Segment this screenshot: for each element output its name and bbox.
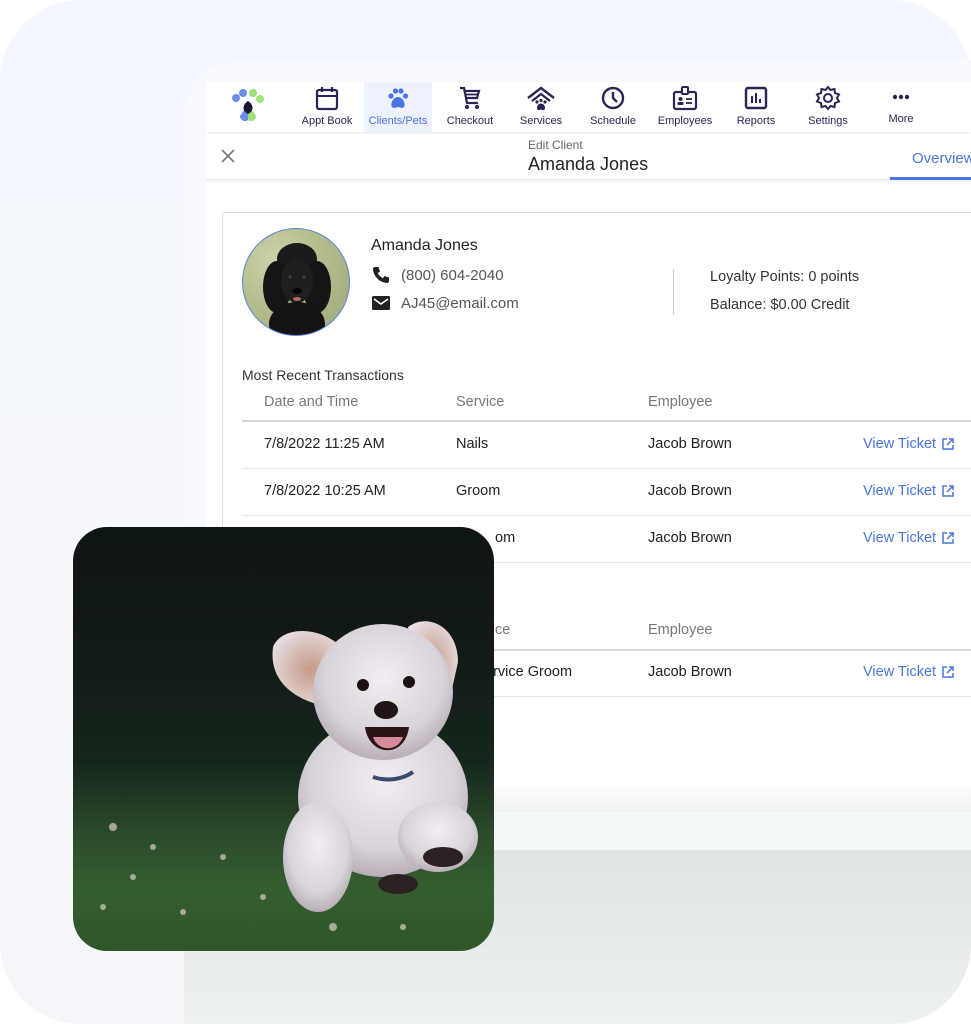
calendar-icon — [315, 87, 339, 111]
poodle-photo — [263, 243, 331, 335]
clock-icon — [601, 86, 625, 110]
nav-label: Appt Book — [301, 115, 353, 127]
tab-overview[interactable]: Overview — [912, 150, 971, 167]
client-phone: (800) 604-2040 — [401, 266, 504, 284]
nav-schedule[interactable]: Schedule — [578, 82, 648, 132]
account-balance: Balance: $0.00 Credit — [710, 297, 850, 313]
nav-services[interactable]: Services — [506, 82, 576, 132]
phone-icon — [373, 267, 389, 283]
close-icon[interactable] — [220, 148, 236, 164]
email-icon — [372, 296, 390, 310]
nav-appt-book[interactable]: Appt Book — [292, 82, 362, 132]
transaction-employee: Jacob Brown — [648, 664, 732, 680]
transaction-date: 7/8/2022 11:25 AM — [264, 436, 385, 452]
page-title: Amanda Jones — [528, 154, 649, 174]
nav-label: Clients/Pets — [368, 115, 428, 127]
client-email: AJ45@email.com — [401, 294, 519, 312]
column-header-service: ce — [495, 622, 511, 638]
dog-illustration — [100, 621, 478, 931]
nav-label: Settings — [808, 115, 848, 127]
view-ticket-link[interactable]: View Ticket — [863, 530, 955, 546]
external-link-icon — [942, 666, 954, 678]
vertical-divider — [673, 269, 674, 315]
bar-chart-icon — [744, 86, 768, 110]
active-tab-indicator — [890, 177, 971, 180]
column-header-employee: Employee — [648, 622, 713, 638]
cart-icon — [460, 86, 481, 109]
nav-label: Schedule — [590, 115, 636, 127]
transactions-title: Most Recent Transactions — [242, 367, 404, 383]
nav-employees[interactable]: Employees — [650, 82, 720, 132]
column-header-date: Date and Time — [264, 394, 359, 410]
transaction-service: om — [495, 530, 516, 546]
top-nav-bar: Appt Book Clients/Pets Checkout Services… — [206, 82, 971, 132]
loyalty-points: Loyalty Points: 0 points — [710, 269, 860, 285]
view-ticket-label: View Ticket — [863, 436, 937, 452]
transaction-service: ervice Groom — [485, 664, 573, 680]
nav-label: Services — [519, 115, 563, 127]
nav-reports[interactable]: Reports — [721, 82, 791, 132]
view-ticket-label: View Ticket — [863, 483, 937, 499]
header-divider — [242, 420, 971, 422]
nav-clients-pets[interactable]: Clients/Pets — [364, 82, 432, 132]
row-divider — [242, 515, 971, 516]
external-link-icon — [942, 438, 954, 450]
brand-logo-icon — [232, 89, 264, 121]
view-ticket-link[interactable]: View Ticket — [863, 436, 955, 452]
external-link-icon — [942, 532, 954, 544]
client-name: Amanda Jones — [371, 237, 478, 254]
more-dots-icon — [892, 94, 910, 100]
nav-label: Checkout — [446, 115, 494, 127]
transaction-employee: Jacob Brown — [648, 483, 732, 499]
edit-client-header: Edit Client Amanda Jones Overview — [206, 134, 971, 180]
transaction-service: Nails — [456, 436, 489, 452]
view-ticket-label: View Ticket — [863, 530, 937, 546]
nav-label: More — [888, 113, 914, 125]
nav-settings[interactable]: Settings — [793, 82, 863, 132]
pet-avatar — [242, 228, 350, 336]
row-divider — [242, 468, 971, 469]
gear-icon — [815, 85, 841, 111]
view-ticket-link[interactable]: View Ticket — [863, 483, 955, 499]
nav-label: Reports — [736, 115, 776, 127]
view-ticket-label: View Ticket — [863, 664, 937, 680]
email-row: AJ45@email.com — [371, 293, 519, 313]
column-header-employee: Employee — [648, 394, 713, 410]
transaction-date: 7/8/2022 10:25 AM — [264, 483, 386, 499]
nav-checkout[interactable]: Checkout — [435, 82, 505, 132]
header-subtitle: Edit Client — [528, 138, 583, 152]
nav-more[interactable]: More — [866, 82, 936, 132]
house-paw-icon — [527, 86, 555, 111]
external-link-icon — [942, 485, 954, 497]
transaction-service: Groom — [456, 483, 501, 499]
id-badge-icon — [672, 86, 698, 111]
running-dog-photo — [73, 527, 494, 951]
paw-icon — [388, 88, 409, 108]
nav-label: Employees — [657, 115, 713, 127]
column-header-service: Service — [456, 394, 505, 410]
view-ticket-link[interactable]: View Ticket — [863, 664, 955, 680]
transaction-employee: Jacob Brown — [648, 530, 732, 546]
phone-row: (800) 604-2040 — [371, 265, 504, 285]
transaction-employee: Jacob Brown — [648, 436, 732, 452]
